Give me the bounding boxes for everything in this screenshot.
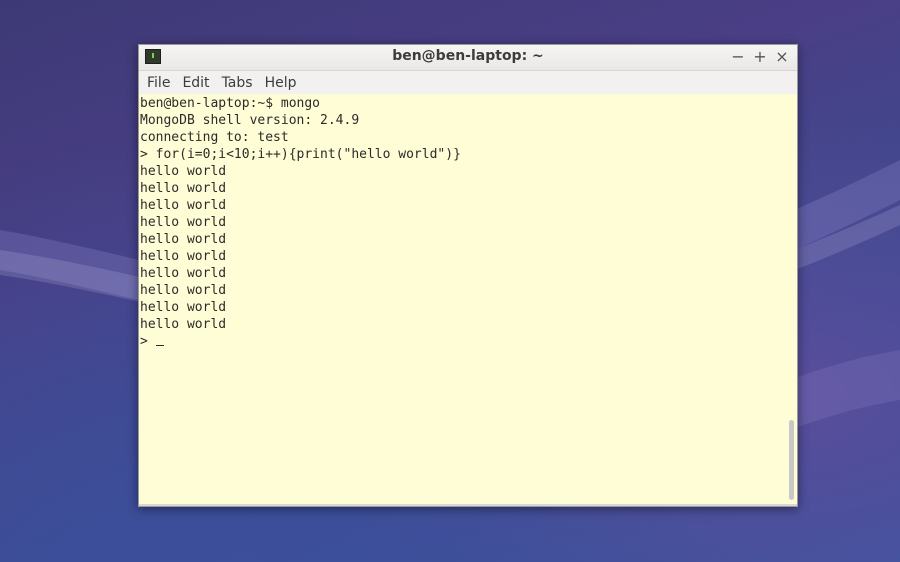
terminal-line: hello world	[140, 266, 227, 281]
terminal-line: hello world	[140, 317, 227, 332]
desktop-background: ben@ben-laptop: ~ − + × File Edit Tabs H…	[0, 0, 900, 562]
title-bar[interactable]: ben@ben-laptop: ~ − + ×	[139, 45, 797, 71]
terminal-line: hello world	[140, 181, 227, 196]
text-cursor	[155, 345, 164, 346]
menu-file[interactable]: File	[141, 75, 176, 91]
terminal-prompt: >	[140, 334, 156, 349]
terminal-line: hello world	[140, 300, 227, 315]
vertical-scrollbar[interactable]	[785, 94, 797, 506]
maximize-button[interactable]: +	[753, 47, 767, 66]
terminal-line: MongoDB shell version: 2.4.9	[140, 113, 360, 128]
terminal-line: > for(i=0;i<10;i++){print("hello world")…	[140, 147, 461, 162]
terminal-window: ben@ben-laptop: ~ − + × File Edit Tabs H…	[138, 44, 798, 507]
scrollbar-thumb[interactable]	[789, 420, 794, 500]
window-controls: − + ×	[731, 47, 789, 66]
bottom-border	[139, 504, 797, 506]
terminal-line: hello world	[140, 249, 227, 264]
terminal-line: hello world	[140, 215, 227, 230]
menu-edit[interactable]: Edit	[176, 75, 215, 91]
menu-tabs[interactable]: Tabs	[216, 75, 259, 91]
terminal-line: hello world	[140, 198, 227, 213]
minimize-button[interactable]: −	[731, 47, 745, 66]
terminal-line: hello world	[140, 164, 227, 179]
terminal-output-area[interactable]: ben@ben-laptop:~$ mongo MongoDB shell ve…	[139, 94, 797, 506]
terminal-line: ben@ben-laptop:~$ mongo	[140, 96, 321, 111]
terminal-line: hello world	[140, 283, 227, 298]
menu-help[interactable]: Help	[259, 75, 303, 91]
terminal-line: hello world	[140, 232, 227, 247]
window-title: ben@ben-laptop: ~	[392, 48, 544, 64]
menu-bar: File Edit Tabs Help	[139, 71, 797, 95]
terminal-line: connecting to: test	[140, 130, 289, 145]
terminal-text: ben@ben-laptop:~$ mongo MongoDB shell ve…	[139, 94, 797, 350]
close-button[interactable]: ×	[775, 47, 789, 66]
